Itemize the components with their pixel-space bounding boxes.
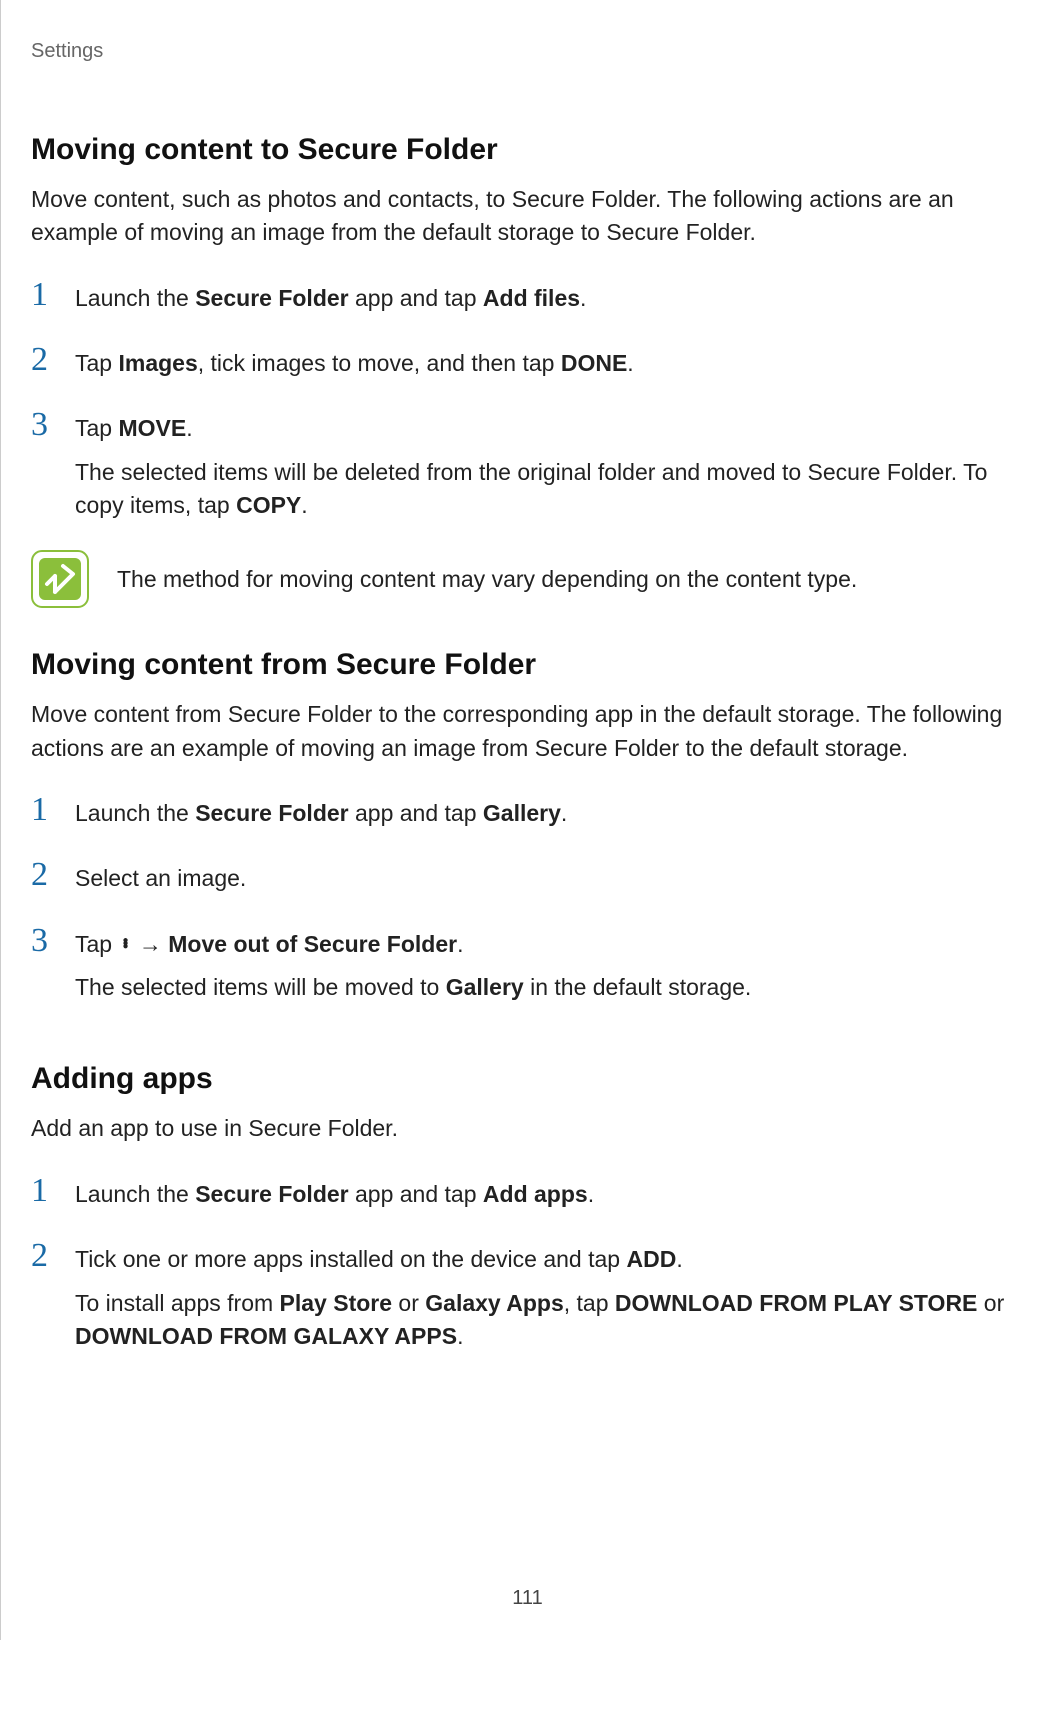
step-body: Tap Images, tick images to move, and the… xyxy=(75,343,1024,380)
step-item: 2 Tap Images, tick images to move, and t… xyxy=(31,343,1024,380)
step-number: 1 xyxy=(31,1174,75,1208)
step-number: 3 xyxy=(31,924,75,958)
section-heading-adding-apps: Adding apps xyxy=(31,1062,1024,1096)
step-body: Tap MOVE. The selected items will be del… xyxy=(75,408,1024,522)
section-intro: Add an app to use in Secure Folder. xyxy=(31,1112,1024,1145)
step-body: Launch the Secure Folder app and tap Add… xyxy=(75,1174,1024,1211)
section-heading-moving-from: Moving content from Secure Folder xyxy=(31,648,1024,682)
breadcrumb: Settings xyxy=(31,40,1024,63)
section-heading-moving-to: Moving content to Secure Folder xyxy=(31,133,1024,167)
step-number: 3 xyxy=(31,408,75,442)
step-number: 2 xyxy=(31,858,75,892)
step-number: 2 xyxy=(31,343,75,377)
step-body: Tap ●●● → Move out of Secure Folder. The… xyxy=(75,924,1024,1005)
note-icon xyxy=(31,550,89,608)
step-item: 1 Launch the Secure Folder app and tap A… xyxy=(31,1174,1024,1211)
step-body: Launch the Secure Folder app and tap Gal… xyxy=(75,793,1024,830)
note-callout: The method for moving content may vary d… xyxy=(31,550,1024,608)
step-item: 1 Launch the Secure Folder app and tap G… xyxy=(31,793,1024,830)
more-options-icon: ●●● xyxy=(118,939,132,948)
step-number: 2 xyxy=(31,1239,75,1273)
step-item: 3 Tap MOVE. The selected items will be d… xyxy=(31,408,1024,522)
page-number: 111 xyxy=(1,1587,1054,1610)
section-intro: Move content from Secure Folder to the c… xyxy=(31,698,1024,765)
step-item: 2 Select an image. xyxy=(31,858,1024,895)
section-intro: Move content, such as photos and contact… xyxy=(31,183,1024,250)
document-page: Settings Moving content to Secure Folder… xyxy=(0,0,1054,1640)
step-body: Launch the Secure Folder app and tap Add… xyxy=(75,278,1024,315)
step-item: 1 Launch the Secure Folder app and tap A… xyxy=(31,278,1024,315)
step-item: 2 Tick one or more apps installed on the… xyxy=(31,1239,1024,1353)
step-number: 1 xyxy=(31,278,75,312)
note-text: The method for moving content may vary d… xyxy=(117,563,857,596)
step-item: 3 Tap ●●● → Move out of Secure Folder. T… xyxy=(31,924,1024,1005)
step-body: Select an image. xyxy=(75,858,1024,895)
step-number: 1 xyxy=(31,793,75,827)
step-body: Tick one or more apps installed on the d… xyxy=(75,1239,1024,1353)
